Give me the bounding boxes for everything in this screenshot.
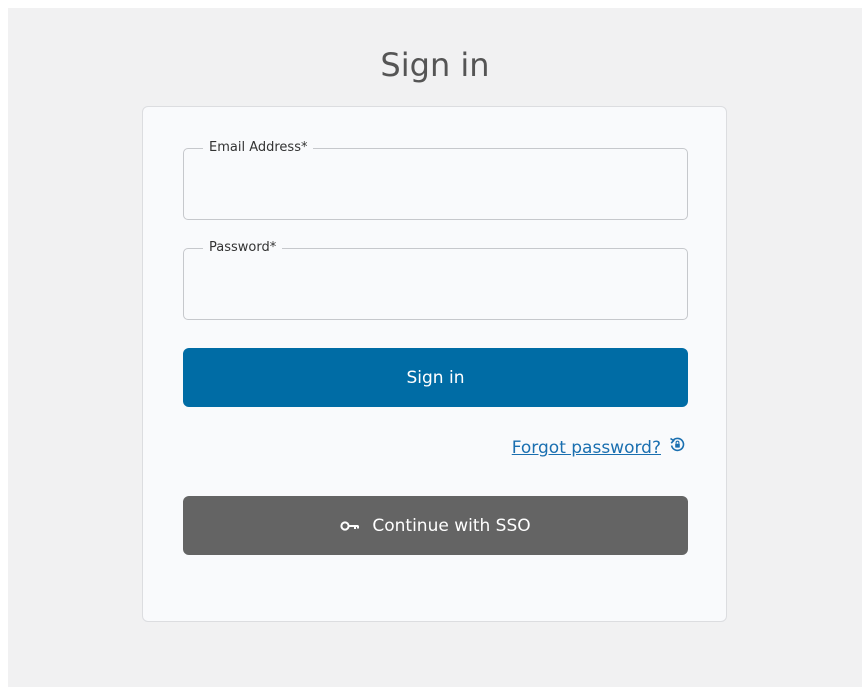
- email-field[interactable]: Email Address*: [183, 139, 688, 220]
- sign-in-button[interactable]: Sign in: [183, 348, 688, 407]
- email-label: Email Address*: [203, 139, 314, 157]
- reset-password-icon: [669, 436, 686, 453]
- sso-button[interactable]: Continue with SSO: [183, 496, 688, 555]
- password-label: Password*: [203, 239, 283, 257]
- forgot-password: Forgot password?: [512, 436, 686, 458]
- password-field[interactable]: Password*: [183, 239, 688, 320]
- sso-button-label: Continue with SSO: [372, 515, 531, 536]
- forgot-password-link[interactable]: Forgot password?: [512, 438, 661, 458]
- page-background: Sign in Email Address* Password* Sign in…: [8, 8, 862, 687]
- password-input[interactable]: [198, 273, 673, 305]
- sign-in-card: Email Address* Password* Sign in Forgot …: [142, 106, 727, 622]
- sign-in-button-label: Sign in: [406, 367, 465, 388]
- key-icon: [340, 520, 360, 532]
- email-input[interactable]: [198, 173, 673, 205]
- page-title: Sign in: [380, 46, 490, 84]
